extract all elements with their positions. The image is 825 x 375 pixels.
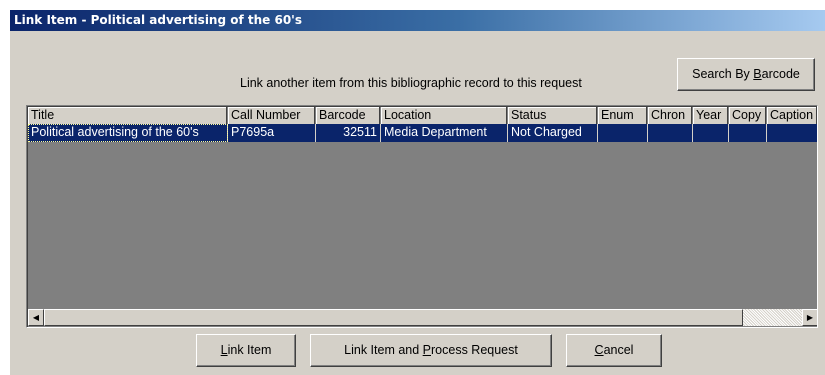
button-label: ink Item	[227, 343, 272, 357]
list-header: Title Call Number Barcode Location Statu…	[28, 107, 817, 124]
cell-location: Media Department	[381, 124, 508, 142]
cell-caption	[767, 124, 817, 142]
scrollbar-thumb[interactable]	[44, 309, 743, 326]
column-header-status[interactable]: Status	[508, 107, 598, 124]
column-header-year[interactable]: Year	[693, 107, 729, 124]
column-header-location[interactable]: Location	[381, 107, 508, 124]
button-accelerator: C	[594, 343, 604, 357]
horizontal-scrollbar[interactable]: ◀ ▶	[28, 309, 817, 326]
cell-barcode: 32511	[316, 124, 381, 142]
cancel-button[interactable]: Cancel	[566, 334, 662, 367]
column-header-chron[interactable]: Chron	[648, 107, 693, 124]
button-label: arcode	[761, 67, 800, 81]
column-header-call-number[interactable]: Call Number	[228, 107, 316, 124]
column-header-barcode[interactable]: Barcode	[316, 107, 381, 124]
column-header-copy[interactable]: Copy	[729, 107, 767, 124]
table-row[interactable]: Political advertising of the 60's P7695a…	[28, 124, 817, 142]
arrow-left-icon[interactable]: ◀	[28, 309, 44, 326]
arrow-right-icon[interactable]: ▶	[802, 309, 817, 326]
cell-chron	[648, 124, 693, 142]
button-accelerator: L	[220, 343, 228, 357]
button-accelerator: B	[753, 67, 762, 81]
scrollbar-track[interactable]	[743, 309, 802, 326]
link-item-dialog: Link Item - Political advertising of the…	[10, 10, 825, 375]
column-header-caption[interactable]: Caption	[767, 107, 817, 124]
button-label: ancel	[603, 343, 634, 357]
link-and-process-button[interactable]: Link Item and Process Request	[310, 334, 552, 367]
instruction-text: Link another item from this bibliographi…	[240, 76, 582, 90]
column-header-enum[interactable]: Enum	[598, 107, 648, 124]
search-by-barcode-button[interactable]: Search By Barcode	[677, 58, 815, 91]
link-item-button[interactable]: Link Item	[196, 334, 296, 367]
button-accelerator: P	[422, 343, 431, 357]
items-list[interactable]: Title Call Number Barcode Location Statu…	[26, 105, 818, 328]
column-header-title[interactable]: Title	[28, 107, 228, 124]
button-label: Search By	[692, 67, 754, 81]
cell-call-number: P7695a	[228, 124, 316, 142]
button-label: rocess Request	[431, 343, 518, 357]
cell-year	[693, 124, 729, 142]
window-title: Link Item - Political advertising of the…	[10, 10, 825, 31]
cell-enum	[598, 124, 648, 142]
cell-status: Not Charged	[508, 124, 598, 142]
cell-title: Political advertising of the 60's	[28, 124, 228, 142]
cell-copy	[729, 124, 767, 142]
button-label: Link Item and	[344, 343, 423, 357]
